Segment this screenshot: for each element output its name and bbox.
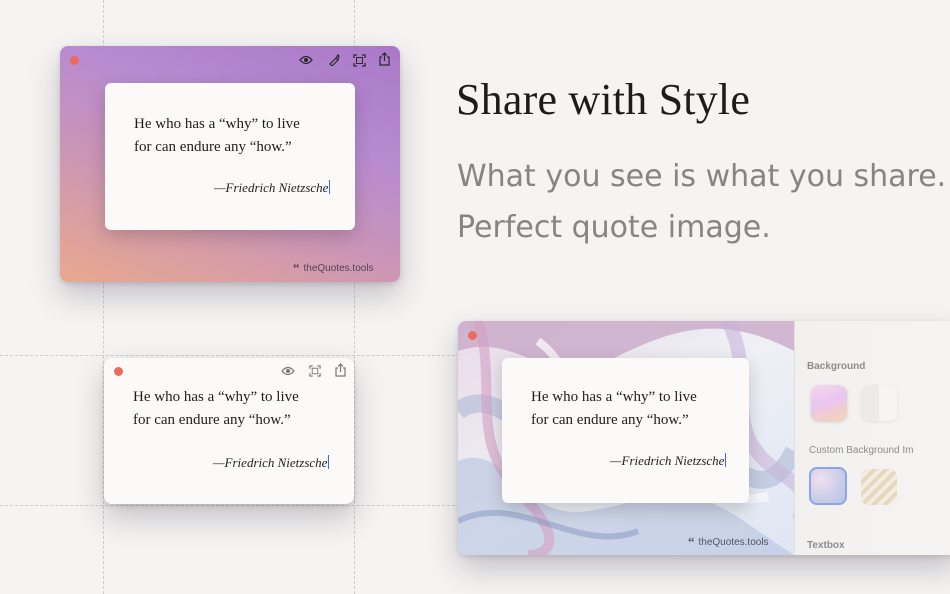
- crop-icon[interactable]: [308, 364, 322, 378]
- quote-author[interactable]: —Friedrich Nietzsche: [214, 180, 330, 196]
- quote-text: He who has a “why” to live for can endur…: [133, 386, 299, 432]
- quote-text: He who has a “why” to live for can endur…: [134, 113, 300, 159]
- background-swatch-gradient[interactable]: [811, 385, 847, 421]
- brand-text: theQuotes.tools: [303, 262, 374, 274]
- eye-icon[interactable]: [281, 364, 295, 378]
- quote-card: He who has a “why” to live for can endur…: [502, 358, 749, 503]
- eye-icon[interactable]: [299, 53, 313, 67]
- quote-line-2: for can endure any “how.”: [134, 139, 292, 155]
- close-button[interactable]: [114, 367, 123, 376]
- quote-window-plain: He who has a “why” to live for can endur…: [104, 358, 354, 504]
- brush-icon[interactable]: [327, 53, 341, 67]
- quote-mark-icon: “: [293, 260, 300, 275]
- share-icon[interactable]: [333, 363, 347, 377]
- close-button[interactable]: [468, 331, 477, 340]
- custom-background-section-label: Custom Background Im: [809, 445, 914, 456]
- close-button[interactable]: [70, 56, 79, 65]
- style-side-panel: Background Custom Background Im Textbox: [794, 321, 950, 555]
- quote-window-gradient: He who has a “why” to live for can endur…: [60, 46, 400, 282]
- textbox-section-label: Textbox: [807, 540, 845, 551]
- quote-line-2: for can endure any “how.”: [133, 412, 291, 428]
- crop-icon[interactable]: [352, 53, 366, 67]
- quote-line-1: He who has a “why” to live: [133, 389, 299, 405]
- brand-watermark: “ theQuotes.tools: [688, 534, 769, 550]
- quote-line-1: He who has a “why” to live: [531, 389, 697, 405]
- background-swatch-plain[interactable]: [861, 385, 897, 421]
- brand-watermark: “ theQuotes.tools: [293, 260, 374, 276]
- page-title: Share with Style: [456, 75, 751, 124]
- quote-author[interactable]: —Friedrich Nietzsche: [213, 455, 329, 471]
- custom-background-swatch-marble[interactable]: [809, 467, 847, 505]
- subtitle-line-2: Perfect quote image.: [457, 210, 771, 245]
- brand-text: theQuotes.tools: [698, 536, 769, 548]
- quote-author[interactable]: —Friedrich Nietzsche: [610, 453, 726, 469]
- quote-mark-icon: “: [688, 534, 695, 549]
- share-icon[interactable]: [377, 52, 391, 66]
- background-section-label: Background: [807, 361, 866, 372]
- quote-line-2: for can endure any “how.”: [531, 412, 689, 428]
- custom-background-swatch-stripes[interactable]: [861, 469, 897, 505]
- quote-line-1: He who has a “why” to live: [134, 116, 300, 132]
- quote-card: He who has a “why” to live for can endur…: [105, 83, 355, 230]
- guide-line-horizontal-top: [0, 355, 460, 356]
- quote-text: He who has a “why” to live for can endur…: [531, 386, 697, 432]
- quote-window-marble: He who has a “why” to live for can endur…: [458, 321, 950, 555]
- guide-line-horizontal-bottom: [0, 505, 460, 506]
- subtitle-line-1: What you see is what you share.: [457, 159, 947, 194]
